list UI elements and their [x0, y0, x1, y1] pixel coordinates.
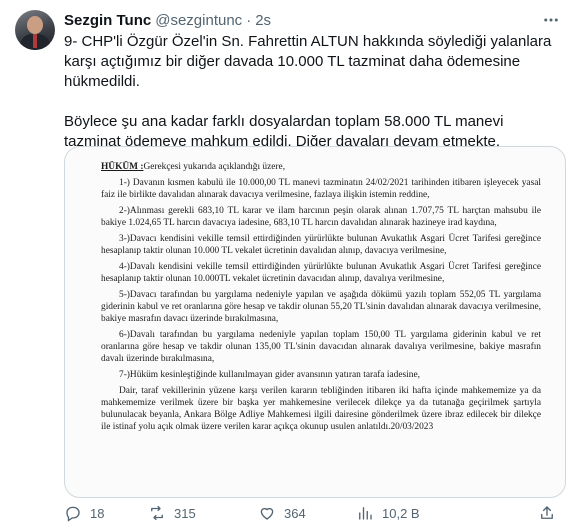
document-paragraph: 4-)Davalı kendisini vekille temsil ettir…	[101, 262, 541, 284]
view-count: 10,2 B	[382, 505, 420, 521]
more-options-button[interactable]	[539, 10, 563, 30]
document-paragraph: 6-)Davalı tarafından bu yargılama nedeni…	[101, 330, 541, 364]
document-heading-text: Gerekçesi yukarıda açıklandığı üzere,	[143, 162, 286, 172]
avatar[interactable]	[15, 10, 55, 50]
document-heading-label: HÜKÜM :	[101, 162, 144, 172]
tweet-actions: 18 315 364 10,2 B	[64, 500, 564, 526]
tweet-header: Sezgin Tunc @sezgintunc · 2s	[64, 10, 271, 30]
tweet[interactable]: Sezgin Tunc @sezgintunc · 2s 9- CHP'li Ö…	[0, 0, 577, 529]
separator-dot: ·	[246, 11, 252, 29]
like-button[interactable]: 364	[258, 500, 306, 526]
document-paragraph: 1-) Davanın kısmen kabulü ile 10.000,00 …	[101, 178, 541, 200]
like-count: 364	[284, 505, 306, 521]
more-horizontal-icon	[544, 18, 558, 22]
share-icon	[541, 506, 553, 519]
views-button[interactable]: 10,2 B	[356, 500, 420, 526]
share-button[interactable]	[538, 500, 564, 526]
document-paragraph: 2-)Alınması gerekli 683,10 TL karar ve i…	[101, 206, 541, 228]
author-name[interactable]: Sezgin Tunc	[64, 12, 151, 29]
document-paragraph: Dair, taraf vekillerinin yüzene karşı ve…	[101, 386, 541, 432]
views-chart-icon	[359, 507, 372, 520]
document-paragraph: 3-)Davacı kendisini vekille temsil ettir…	[101, 234, 541, 256]
reply-count: 18	[90, 505, 105, 521]
reply-icon	[66, 506, 80, 522]
tweet-image[interactable]: HÜKÜM :Gerekçesi yukarıda açıklandığı üz…	[64, 146, 566, 498]
retweet-count: 315	[174, 505, 196, 521]
reply-button[interactable]: 18	[64, 500, 104, 526]
heart-icon	[260, 507, 274, 520]
document-paragraph: 7-)Hüküm kesinleştiğinde kullanılmayan g…	[119, 370, 420, 380]
avatar-tie	[33, 34, 37, 48]
author-handle[interactable]: @sezgintunc	[155, 12, 242, 29]
document-heading: HÜKÜM :Gerekçesi yukarıda açıklandığı üz…	[101, 161, 541, 173]
avatar-face	[27, 16, 43, 34]
document-paragraph: 5-)Davacı tarafından bu yargılama nedeni…	[101, 290, 541, 324]
timestamp[interactable]: 2s	[255, 12, 271, 29]
court-decision-document: HÜKÜM :Gerekçesi yukarıda açıklandığı üz…	[101, 161, 541, 437]
retweet-button[interactable]: 315	[148, 500, 196, 526]
tweet-text: 9- CHP'li Özgür Özel'in Sn. Fahrettin AL…	[64, 33, 552, 150]
retweet-icon	[151, 505, 163, 521]
